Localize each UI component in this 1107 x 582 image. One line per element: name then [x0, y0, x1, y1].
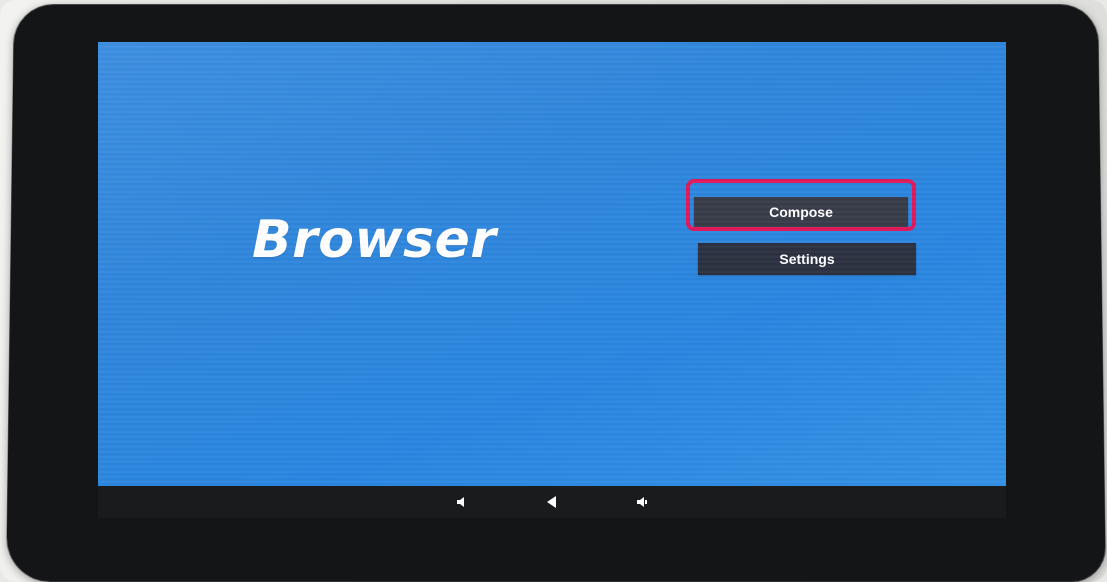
navigation-bar [98, 486, 1006, 518]
settings-button[interactable]: Settings [698, 243, 916, 275]
volume-up-icon[interactable] [634, 494, 650, 510]
app-title: Browser [252, 210, 497, 270]
photo-background: Browser Compose Settings [0, 0, 1107, 582]
compose-button[interactable]: Compose [694, 197, 908, 227]
back-icon[interactable] [544, 494, 560, 510]
device-screen: Browser Compose Settings [98, 42, 1006, 518]
volume-down-icon[interactable] [454, 494, 470, 510]
